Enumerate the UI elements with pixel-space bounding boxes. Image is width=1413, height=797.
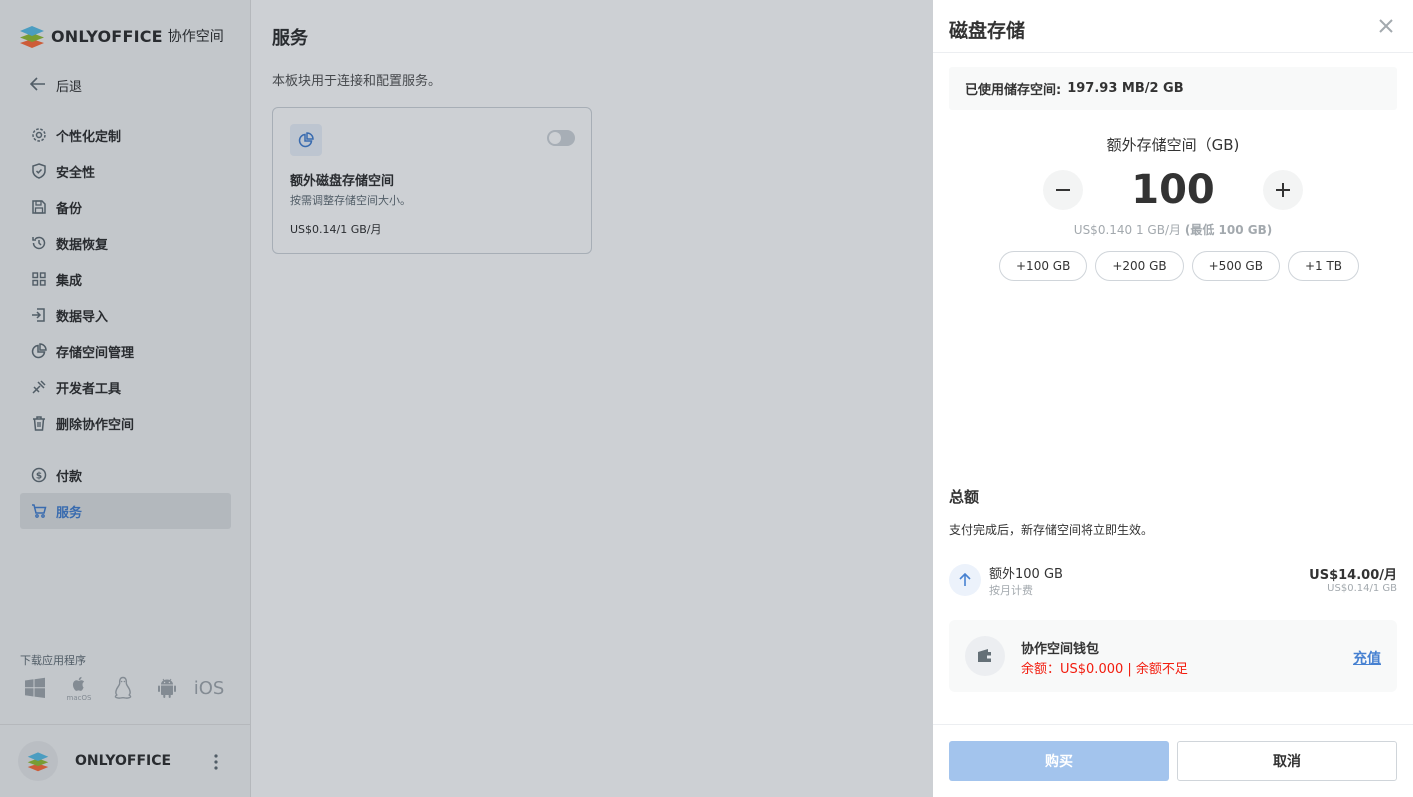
preset-500gb-button[interactable]: +500 GB (1191, 251, 1280, 281)
extra-storage-label: 额外存储空间（GB) (1106, 136, 1240, 154)
line-item-unit-price: US$0.14/1 GB (1327, 583, 1397, 594)
arrow-up-icon (949, 564, 981, 596)
line-item: 额外100 GB 按月计费 US$14.00/月 US$0.14/1 GB (949, 562, 1397, 598)
modal-backdrop[interactable] (0, 0, 933, 797)
quantity-input[interactable] (1113, 167, 1233, 213)
divider (933, 52, 1413, 53)
unit-price: US$0.140 1 GB/月 (最低 100 GB) (933, 221, 1413, 238)
line-item-title: 额外100 GB (989, 567, 1063, 582)
wallet-balance: 余额：US$0.000 | 余额不足 (1021, 662, 1188, 677)
divider (933, 724, 1413, 725)
wallet-icon (965, 636, 1005, 676)
used-storage-label: 已使用储存空间: (965, 83, 1062, 98)
buy-button[interactable]: 购买 (949, 741, 1169, 781)
line-item-subtitle: 按月计费 (989, 584, 1033, 597)
line-item-price: US$14.00/月 (1309, 568, 1397, 583)
top-up-link[interactable]: 充值 (1353, 648, 1381, 668)
preset-100gb-button[interactable]: +100 GB (999, 251, 1088, 281)
used-storage-value: 197.93 MB/2 GB (1067, 81, 1184, 96)
preset-buttons: +100 GB +200 GB +500 GB +1 TB (999, 251, 1367, 281)
close-icon[interactable] (1378, 15, 1394, 40)
used-storage-box: 已使用储存空间: 197.93 MB/2 GB (949, 67, 1397, 110)
increment-button[interactable] (1263, 170, 1303, 210)
quantity-stepper (1043, 167, 1303, 213)
wallet-box: 协作空间钱包 余额：US$0.000 | 余额不足 充值 (949, 620, 1397, 692)
preset-200gb-button[interactable]: +200 GB (1095, 251, 1184, 281)
wallet-title: 协作空间钱包 (1021, 642, 1100, 657)
total-title: 总额 (949, 488, 980, 506)
decrement-button[interactable] (1043, 170, 1083, 210)
unit-price-value: US$0.140 1 GB/月 (1073, 223, 1182, 237)
cancel-button[interactable]: 取消 (1177, 741, 1397, 781)
total-description: 支付完成后，新存储空间将立即生效。 (949, 523, 1154, 537)
panel-title: 磁盘存储 (949, 20, 1026, 42)
preset-1tb-button[interactable]: +1 TB (1287, 251, 1360, 281)
disk-storage-panel: 磁盘存储 已使用储存空间: 197.93 MB/2 GB 额外存储空间（GB) … (933, 0, 1413, 797)
minimum-amount: (最低 100 GB) (1184, 223, 1273, 237)
